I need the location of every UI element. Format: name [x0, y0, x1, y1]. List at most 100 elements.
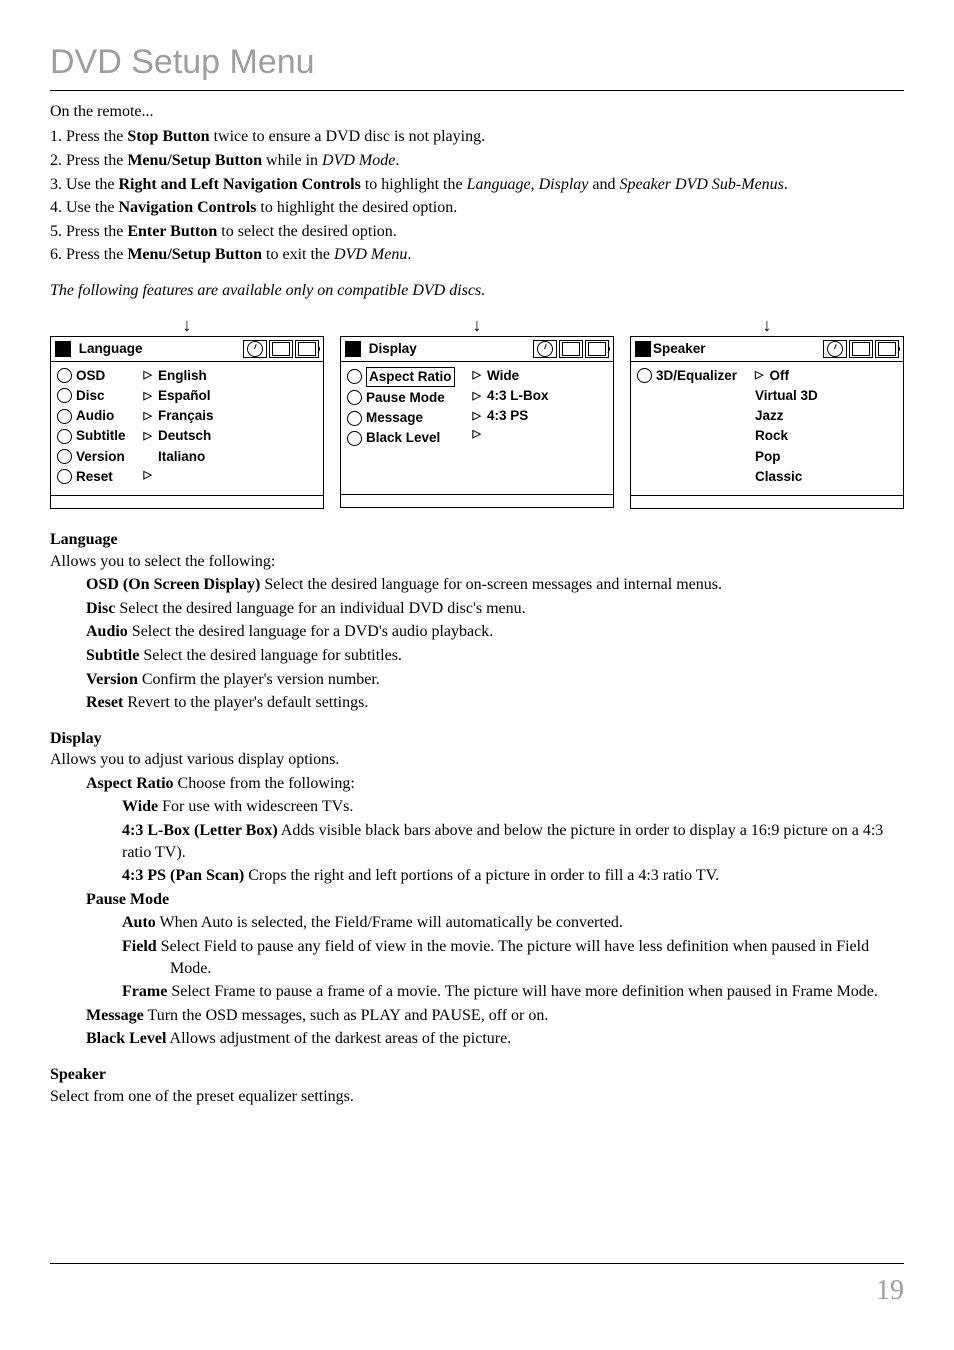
- radio-icon: [57, 388, 72, 403]
- t: Audio: [86, 623, 128, 640]
- panel-title: Language: [79, 340, 143, 358]
- t: Disc: [86, 600, 115, 617]
- grid-tab-icon: [345, 341, 361, 357]
- t: to exit the: [262, 246, 334, 263]
- page-title: DVD Setup Menu: [50, 40, 904, 91]
- menu-item: Message: [366, 409, 423, 427]
- t: Auto: [122, 914, 156, 931]
- triangle-icon: ▷: [755, 368, 763, 383]
- menu-item: OSD: [76, 367, 105, 385]
- t: to highlight the desired option.: [256, 199, 457, 216]
- menu-panels: ↓ Language OSD Disc Audio Subtitle Versi…: [50, 316, 904, 509]
- t: Menu/Setup Button: [127, 246, 262, 263]
- option: Español: [158, 387, 211, 405]
- section-speaker-intro: Select from one of the preset equalizer …: [50, 1086, 904, 1108]
- t: DVD Mode: [322, 152, 395, 169]
- t: 4. Use the: [50, 199, 118, 216]
- t: Select the desired language for an indiv…: [115, 600, 525, 617]
- speaker-tab-icon: [295, 340, 319, 358]
- option: Deutsch: [158, 427, 211, 445]
- option: Rock: [755, 427, 788, 445]
- triangle-icon: ▷: [473, 368, 481, 383]
- t: 2. Press the: [50, 152, 127, 169]
- option: Italiano: [158, 448, 205, 466]
- triangle-icon: ▷: [144, 429, 152, 444]
- t: 4:3 PS (Pan Scan): [122, 867, 244, 884]
- t: 1. Press the: [50, 128, 127, 145]
- triangle-icon: ▷: [144, 368, 152, 383]
- triangle-icon: ▷: [473, 409, 481, 424]
- t: For use with widescreen TVs.: [158, 798, 353, 815]
- clock-tab-icon: [823, 340, 847, 358]
- option: Classic: [755, 468, 802, 486]
- option: Pop: [755, 448, 781, 466]
- option: English: [158, 367, 207, 385]
- option: Wide: [487, 367, 519, 385]
- t: and: [588, 176, 619, 193]
- menu-item: 3D/Equalizer: [656, 367, 737, 385]
- t: Aspect Ratio: [86, 775, 174, 792]
- speaker-panel: Speaker 3D/Equalizer ▷Off Virtual 3D Jaz…: [630, 336, 904, 509]
- t: Reset: [86, 694, 123, 711]
- t: to select the desired option.: [217, 223, 397, 240]
- t: 4:3 L-Box (Letter Box): [122, 822, 278, 839]
- t: Select the desired language for a DVD's …: [128, 623, 493, 640]
- triangle-icon: ▷: [144, 409, 152, 424]
- display-tab-icon: [559, 340, 583, 358]
- menu-item: Audio: [76, 407, 114, 425]
- arrow-down-icon: ↓: [630, 316, 904, 334]
- section-display-intro: Allows you to adjust various display opt…: [50, 749, 904, 771]
- radio-icon: [347, 369, 362, 384]
- t: Wide: [122, 798, 158, 815]
- t: Language, Display: [467, 176, 589, 193]
- panel-title: Display: [369, 340, 417, 358]
- radio-icon: [57, 368, 72, 383]
- compatibility-note: The following features are available onl…: [50, 280, 904, 302]
- t: Confirm the player's version number.: [138, 671, 380, 688]
- triangle-icon: ▷: [473, 389, 481, 404]
- display-tab-icon: [269, 340, 293, 358]
- grid-tab-icon: [635, 341, 651, 357]
- t: When Auto is selected, the Field/Frame w…: [156, 914, 623, 931]
- t: twice to ensure a DVD disc is not playin…: [210, 128, 486, 145]
- t: Revert to the player's default settings.: [123, 694, 368, 711]
- t: Stop Button: [127, 128, 209, 145]
- triangle-icon: ▷: [473, 427, 481, 442]
- menu-item: Reset: [76, 468, 113, 486]
- panel-title: Speaker: [653, 340, 706, 358]
- speaker-tab-icon: [875, 340, 899, 358]
- t: Navigation Controls: [118, 199, 256, 216]
- t: Turn the OSD messages, such as PLAY and …: [144, 1007, 549, 1024]
- option: 4:3 L-Box: [487, 387, 549, 405]
- t: while in: [262, 152, 322, 169]
- arrow-down-icon: ↓: [50, 316, 324, 334]
- t: Frame: [122, 983, 167, 1000]
- t: to highlight the: [361, 176, 467, 193]
- arrow-down-icon: ↓: [340, 316, 614, 334]
- language-tab-icon: [55, 341, 71, 357]
- display-panel: Display Aspect Ratio Pause Mode Message …: [340, 336, 614, 508]
- radio-icon: [57, 449, 72, 464]
- section-language-intro: Allows you to select the following:: [50, 551, 904, 573]
- t: .: [407, 246, 411, 263]
- t: Select Field to pause any field of view …: [157, 938, 869, 977]
- t: .: [784, 176, 788, 193]
- section-display-heading: Display: [50, 728, 904, 750]
- t: Subtitle: [86, 647, 139, 664]
- clock-tab-icon: [533, 340, 557, 358]
- t: Black Level: [86, 1030, 166, 1047]
- option: Virtual 3D: [755, 387, 818, 405]
- menu-item-selected: Aspect Ratio: [366, 367, 455, 387]
- option: Français: [158, 407, 214, 425]
- t: Select the desired language for subtitle…: [139, 647, 402, 664]
- radio-icon: [57, 429, 72, 444]
- radio-icon: [57, 409, 72, 424]
- option: 4:3 PS: [487, 407, 528, 425]
- clock-tab-icon: [243, 340, 267, 358]
- t: Select Frame to pause a frame of a movie…: [167, 983, 878, 1000]
- t: Right and Left Navigation Controls: [118, 176, 360, 193]
- menu-item: Subtitle: [76, 427, 126, 445]
- t: Field: [122, 938, 157, 955]
- language-panel: Language OSD Disc Audio Subtitle Version…: [50, 336, 324, 509]
- triangle-icon: ▷: [144, 389, 152, 404]
